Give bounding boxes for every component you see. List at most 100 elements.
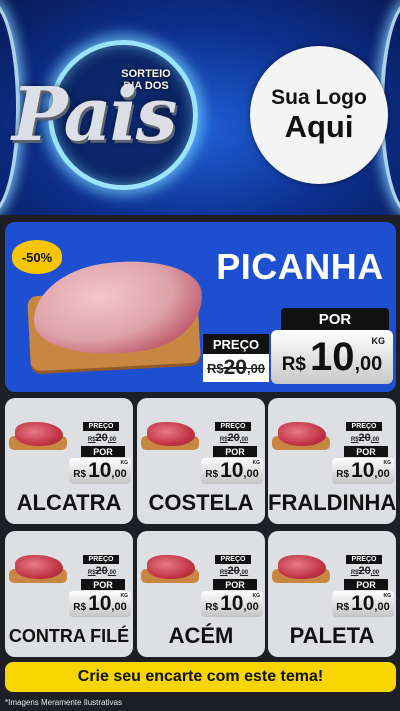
cta-banner-button[interactable]: Crie seu encarte com este tema! <box>5 662 396 692</box>
preco-label: PREÇO <box>215 555 251 564</box>
disclaimer-footnote: *Imagens Meramente Ilustrativas <box>5 698 122 707</box>
meat-image <box>147 422 195 446</box>
new-price-dec: ,00 <box>374 601 390 613</box>
old-price-prefix: R$ <box>219 570 228 576</box>
meat-image <box>278 555 326 579</box>
currency-symbol: R$ <box>205 469 219 480</box>
product-name: ALCATRA <box>16 490 122 515</box>
product-card[interactable]: PREÇO R$20,00 POR R$ 10,00 KG FRALDINHA <box>268 398 396 524</box>
product-name: COSTELA <box>148 490 254 515</box>
logo-line-1: Sua Logo <box>271 86 367 109</box>
old-price-dec: ,00 <box>107 437 117 443</box>
new-price-int: 10 <box>220 459 244 482</box>
meat-image <box>15 422 63 446</box>
new-price-int: 10 <box>88 459 112 482</box>
old-price: R$20,00 <box>344 432 386 444</box>
old-price-prefix: R$ <box>219 437 228 443</box>
old-price: R$20,00 <box>213 565 255 577</box>
old-price-prefix: R$ <box>350 570 359 576</box>
preco-label: PREÇO <box>346 555 382 564</box>
currency-symbol: R$ <box>205 602 219 613</box>
old-price-dec: ,00 <box>370 437 380 443</box>
featured-product-name: PICANHA <box>216 246 384 287</box>
new-price-dec: ,00 <box>354 353 383 375</box>
unit-label: KG <box>120 593 129 599</box>
old-price-int: 20 <box>223 356 247 379</box>
new-price: R$ 10,00 KG <box>69 591 131 617</box>
unit-label: KG <box>383 460 392 466</box>
store-logo-placeholder: Sua Logo Aqui <box>250 46 388 184</box>
new-price-int: 10 <box>88 592 112 615</box>
old-price-prefix: R$ <box>87 570 96 576</box>
product-card[interactable]: PREÇO R$20,00 POR R$ 10,00 KG COSTELA <box>137 398 265 524</box>
new-price: R$ 10,00 KG <box>271 330 393 384</box>
discount-badge: -50% <box>12 240 62 274</box>
old-price-dec: ,00 <box>107 570 117 576</box>
old-price: R$20,00 <box>81 565 123 577</box>
por-label: POR <box>281 308 389 330</box>
preco-label: PREÇO <box>215 422 251 431</box>
new-price-int: 10 <box>351 592 375 615</box>
old-price-int: 20 <box>358 432 371 444</box>
old-price: R$20,00 <box>203 354 269 382</box>
old-price-dec: ,00 <box>246 360 266 376</box>
old-price-dec: ,00 <box>370 570 380 576</box>
product-name: CONTRA FILÉ <box>8 626 130 646</box>
meat-image <box>147 555 195 579</box>
product-card[interactable]: PREÇO R$20,00 POR R$ 10,00 KG PALETA <box>268 531 396 657</box>
unit-label: KG <box>252 460 261 466</box>
preco-label: PREÇO <box>203 334 269 354</box>
logo-line-2: Aqui <box>284 109 354 144</box>
unit-label: KG <box>383 593 392 599</box>
featured-product-card[interactable]: -50% PICANHA POR PREÇO R$ 20,00 R$ 10,00 K… <box>5 222 396 392</box>
product-card[interactable]: PREÇO R$20,00 POR R$ 10,00 KG CONTRA FILÉ <box>5 531 133 657</box>
currency-symbol: R$ <box>73 469 87 480</box>
old-price: R$20,00 <box>213 432 255 444</box>
new-price: R$ 10,00 KG <box>201 458 263 484</box>
meat-image <box>278 422 326 446</box>
currency-symbol: R$ <box>336 469 350 480</box>
old-price: R$20,00 <box>81 432 123 444</box>
new-price: R$ 10,00 KG <box>201 591 263 617</box>
old-price: R$20,00 <box>344 565 386 577</box>
new-price: R$ 10,00 KG <box>332 458 394 484</box>
old-price-prefix: R$ <box>87 437 96 443</box>
new-price-dec: ,00 <box>111 601 127 613</box>
por-label: POR <box>213 446 257 457</box>
por-label: POR <box>344 579 388 590</box>
product-card[interactable]: PREÇO R$20,00 POR R$ 10,00 KG ACÉM <box>137 531 265 657</box>
old-price-prefix: R$ <box>350 437 359 443</box>
new-price-int: 10 <box>220 592 244 615</box>
new-price: R$ 10,00 KG <box>332 591 394 617</box>
currency-symbol: R$ <box>336 602 350 613</box>
header-banner: SORTEIO DIA DOS Pais Sua Logo Aqui <box>0 0 400 215</box>
new-price-dec: ,00 <box>374 468 390 480</box>
product-card[interactable]: PREÇO R$20,00 POR R$ 10,00 KG ALCATRA <box>5 398 133 524</box>
new-price-int: 10 <box>309 335 355 379</box>
new-price-dec: ,00 <box>243 468 259 480</box>
por-label: POR <box>81 579 125 590</box>
preco-label: PREÇO <box>83 422 119 431</box>
old-price-int: 20 <box>227 565 240 577</box>
por-label: POR <box>344 446 388 457</box>
product-name: ACÉM <box>168 623 234 648</box>
new-price: R$ 10,00 KG <box>69 458 131 484</box>
currency-symbol: R$ <box>73 602 87 613</box>
meat-image <box>15 555 63 579</box>
preco-label: PREÇO <box>83 555 119 564</box>
currency-symbol: R$ <box>281 354 306 375</box>
por-label: POR <box>213 579 257 590</box>
old-price-int: 20 <box>95 432 108 444</box>
new-price-dec: ,00 <box>243 601 259 613</box>
event-word-logo: Pais <box>12 72 177 158</box>
new-price-int: 10 <box>351 459 375 482</box>
unit-label: KG <box>252 593 261 599</box>
por-label: POR <box>81 446 125 457</box>
old-price-prefix: R$ <box>206 360 224 376</box>
old-price-int: 20 <box>227 432 240 444</box>
old-price-dec: ,00 <box>239 437 249 443</box>
old-price-dec: ,00 <box>239 570 249 576</box>
new-price-dec: ,00 <box>111 468 127 480</box>
old-price-int: 20 <box>358 565 371 577</box>
unit-label: KG <box>371 336 386 346</box>
